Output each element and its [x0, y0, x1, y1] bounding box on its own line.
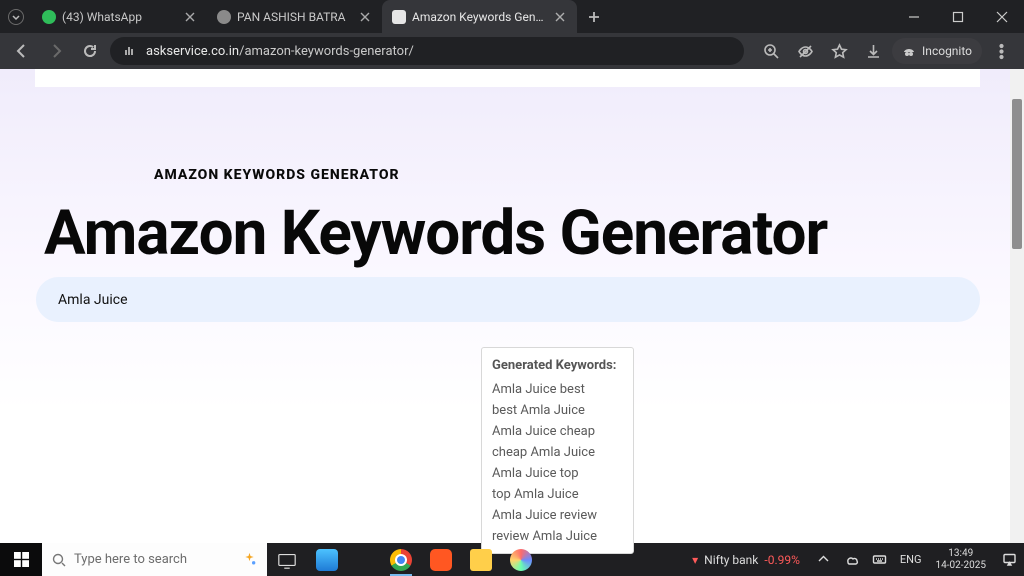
chrome-app-icon[interactable]: [381, 543, 421, 576]
forward-button[interactable]: [42, 37, 70, 65]
scrollbar-thumb[interactable]: [1012, 99, 1022, 249]
explorer-app-icon[interactable]: [461, 543, 501, 576]
close-icon[interactable]: [183, 10, 197, 24]
keyword-item: best Amla Juice: [492, 400, 623, 421]
globe-icon: [217, 10, 231, 24]
brave-app-icon[interactable]: [421, 543, 461, 576]
close-window-button[interactable]: [980, 0, 1024, 33]
onedrive-icon[interactable]: [838, 543, 866, 576]
zoom-icon[interactable]: [756, 36, 786, 66]
keyword-input[interactable]: Amla Juice: [36, 277, 980, 322]
bookmark-star-icon[interactable]: [824, 36, 854, 66]
keyword-item: Amla Juice review: [492, 505, 623, 526]
generated-keywords-panel: Generated Keywords: Amla Juice bestbest …: [481, 347, 634, 554]
windows-taskbar: Type here to search ▾ Nifty bank -0.99% …: [0, 543, 1024, 576]
incognito-badge[interactable]: Incognito: [892, 38, 982, 64]
keyword-item: top Amla Juice: [492, 484, 623, 505]
ticker-delta: -0.99%: [764, 553, 800, 567]
close-icon[interactable]: [358, 10, 372, 24]
task-view-button[interactable]: [267, 543, 307, 576]
new-tab-button[interactable]: [581, 4, 607, 30]
search-icon: [52, 553, 66, 567]
tab-search-button[interactable]: [8, 9, 24, 25]
reload-button[interactable]: [76, 37, 104, 65]
address-bar[interactable]: askservice.co.in/amazon-keywords-generat…: [110, 37, 744, 65]
url-text: askservice.co.in/amazon-keywords-generat…: [146, 44, 414, 59]
clock[interactable]: 13:49 14-02-2025: [928, 548, 995, 571]
keyboard-icon[interactable]: [866, 543, 894, 576]
system-tray: ▾ Nifty bank -0.99% ENG 13:49 14-02-2025: [682, 543, 1024, 576]
microsoft-store-icon[interactable]: [307, 543, 347, 576]
breadcrumb-tagline: AMAZON KEYWORDS GENERATOR: [154, 167, 400, 183]
sparkle-icon: [242, 552, 257, 567]
site-info-icon[interactable]: [120, 42, 138, 60]
keyword-input-value: Amla Juice: [58, 292, 128, 308]
keyword-item: Amla Juice cheap: [492, 421, 623, 442]
notifications-icon[interactable]: [994, 552, 1024, 567]
site-icon: [392, 10, 406, 24]
tab-label: Amazon Keywords Generator: [412, 10, 547, 24]
taskbar-search-placeholder: Type here to search: [74, 552, 187, 567]
browser-toolbar: askservice.co.in/amazon-keywords-generat…: [0, 33, 1024, 69]
down-arrow-icon: ▾: [692, 553, 698, 567]
page-title: Amazon Keywords Generator: [44, 197, 827, 270]
whatsapp-icon: [42, 10, 56, 24]
keyword-item: Amla Juice best: [492, 379, 623, 400]
taskbar-apps: [267, 543, 541, 576]
stock-ticker[interactable]: ▾ Nifty bank -0.99%: [682, 553, 810, 567]
download-icon[interactable]: [858, 36, 888, 66]
tab-label: (43) WhatsApp: [62, 10, 177, 24]
keyword-item: Amla Juice top: [492, 463, 623, 484]
eye-off-icon[interactable]: [790, 36, 820, 66]
copilot-app-icon[interactable]: [501, 543, 541, 576]
window-controls: [892, 0, 1024, 33]
tab-amazon-keywords[interactable]: Amazon Keywords Generator: [382, 0, 577, 33]
maximize-button[interactable]: [936, 0, 980, 33]
scrollbar-track[interactable]: [1010, 69, 1024, 543]
tray-expand-icon[interactable]: [810, 543, 838, 576]
results-header: Generated Keywords:: [492, 358, 623, 373]
minimize-button[interactable]: [892, 0, 936, 33]
browser-tab-strip: (43) WhatsApp PAN ASHISH BATRA Amazon Ke…: [0, 0, 1024, 33]
top-banner-fragment: [35, 69, 980, 87]
page-content: AMAZON KEYWORDS GENERATOR Amazon Keyword…: [0, 69, 1024, 543]
ticker-label: Nifty bank: [704, 553, 758, 567]
keyword-item: cheap Amla Juice: [492, 442, 623, 463]
start-button[interactable]: [0, 543, 42, 576]
taskbar-search[interactable]: Type here to search: [42, 543, 267, 576]
tab-label: PAN ASHISH BATRA: [237, 10, 352, 24]
close-icon[interactable]: [553, 10, 567, 24]
language-indicator[interactable]: ENG: [894, 553, 928, 566]
tab-pan[interactable]: PAN ASHISH BATRA: [207, 0, 382, 33]
back-button[interactable]: [8, 37, 36, 65]
tab-whatsapp[interactable]: (43) WhatsApp: [32, 0, 207, 33]
browser-menu-icon[interactable]: [986, 36, 1016, 66]
